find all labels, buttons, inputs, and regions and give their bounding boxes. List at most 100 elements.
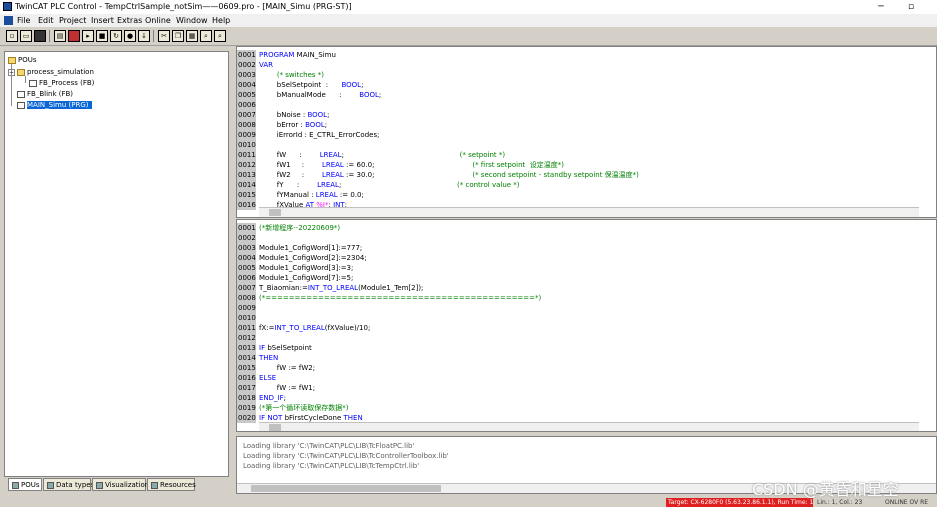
code-text: fX:=INT_TO_LREAL(fXValue)/10;: [259, 324, 371, 332]
menu-file[interactable]: File: [17, 16, 30, 25]
paste-icon[interactable]: ▦: [186, 30, 198, 42]
code-line[interactable]: 0005 bManualMode : BOOL;: [237, 90, 927, 100]
code-text: (* switches *): [276, 71, 325, 79]
new-icon[interactable]: ▫: [6, 30, 18, 42]
code-line[interactable]: 0001 (*新增程序--20220609*): [237, 223, 927, 233]
code-line[interactable]: 0003 (* switches *): [237, 70, 927, 80]
code-line[interactable]: 0014 THEN: [237, 353, 927, 363]
line-number: 0012: [237, 160, 257, 170]
tree-item-process-simulation[interactable]: − process_simulation: [8, 67, 94, 77]
code-line[interactable]: 0005 Module1_CofigWord[3]:=3;: [237, 263, 927, 273]
code-line[interactable]: 0002: [237, 233, 927, 243]
logout-icon[interactable]: [68, 30, 80, 42]
single-cycle-icon[interactable]: ↻: [110, 30, 122, 42]
menu-extras[interactable]: Extras: [117, 16, 142, 25]
find-icon[interactable]: ⌕: [200, 30, 212, 42]
line-number: 0012: [237, 333, 257, 343]
code-line[interactable]: 0011 fW : LREAL; (* setpoint *): [237, 150, 927, 160]
code-line[interactable]: 0006: [237, 100, 927, 110]
code-line[interactable]: 0008 bError : BOOL;: [237, 120, 927, 130]
run-icon[interactable]: ▸: [82, 30, 94, 42]
tab-pous[interactable]: POUs: [8, 478, 42, 491]
line-number: 0005: [237, 263, 257, 273]
code-line[interactable]: 0013 fW2 : LREAL := 30.0; (* second setp…: [237, 170, 927, 180]
tree-root-pous[interactable]: POUs: [8, 55, 37, 65]
line-number: 0008: [237, 120, 257, 130]
menu-online[interactable]: Online: [145, 16, 171, 25]
code-line[interactable]: 0001 PROGRAM MAIN_Simu: [237, 50, 927, 60]
line-number: 0016: [237, 200, 257, 210]
visualizations-tab-icon: [96, 481, 103, 489]
code-line[interactable]: 0009 iErrorId : E_CTRL_ErrorCodes;: [237, 130, 927, 140]
code-line[interactable]: 0019 (*第一个循环读取保存数据*): [237, 403, 927, 413]
code-line[interactable]: 0012 fW1 : LREAL := 60.0; (* first setpo…: [237, 160, 927, 170]
line-number: 0007: [237, 110, 257, 120]
line-number: 0011: [237, 323, 257, 333]
code-text: fW : LREAL; (* setpoint *): [259, 151, 506, 159]
code-line[interactable]: 0018 END_IF;: [237, 393, 927, 403]
breakpoint-icon[interactable]: ●: [124, 30, 136, 42]
login-icon[interactable]: ▤: [54, 30, 66, 42]
menu-insert[interactable]: Insert: [91, 16, 114, 25]
menu-project[interactable]: Project: [59, 16, 86, 25]
step-icon[interactable]: ↓: [138, 30, 150, 42]
window-title: TwinCAT PLC Control - TempCtrlSample_not…: [15, 2, 352, 11]
line-number: 0006: [237, 100, 257, 110]
tab-visualizations[interactable]: Visualizations: [92, 478, 153, 491]
open-icon[interactable]: ▭: [20, 30, 32, 42]
folder-icon: [17, 68, 25, 76]
scroll-thumb[interactable]: [251, 485, 441, 492]
pou-icon: [29, 79, 37, 87]
tab-data-types[interactable]: Data types: [43, 478, 94, 491]
cut-icon[interactable]: ✂: [158, 30, 170, 42]
minimize-button[interactable]: ─: [870, 1, 892, 13]
code-line[interactable]: 0008 (*==================================…: [237, 293, 927, 303]
copy-icon[interactable]: ❐: [172, 30, 184, 42]
code-line[interactable]: 0007 bNoise : BOOL;: [237, 110, 927, 120]
save-icon[interactable]: [34, 30, 46, 42]
editor-hscrollbar[interactable]: [259, 207, 919, 217]
code-line[interactable]: 0003 Module1_CofigWord[1]:=777;: [237, 243, 927, 253]
code-text: END_IF;: [259, 394, 286, 402]
pous-tab-icon: [12, 481, 19, 489]
code-line[interactable]: 0013 IF bSelSetpoint: [237, 343, 927, 353]
restore-button[interactable]: ▫: [900, 1, 922, 13]
scroll-thumb[interactable]: [269, 209, 281, 216]
message-line: Loading library 'C:\TwinCAT\PLC\LIB\TcCo…: [243, 452, 449, 460]
code-line[interactable]: 0011 fX:=INT_TO_LREAL(fXValue)/10;: [237, 323, 927, 333]
code-line[interactable]: 0017 fW := fW1;: [237, 383, 927, 393]
scroll-thumb[interactable]: [269, 424, 281, 431]
menu-window[interactable]: Window: [176, 16, 208, 25]
find-next-icon[interactable]: ⌕: [214, 30, 226, 42]
tree-item-fb-process[interactable]: FB_Process (FB): [29, 78, 94, 88]
code-line[interactable]: 0004 Module1_CofigWord[2]:=2304;: [237, 253, 927, 263]
code-text: bManualMode : BOOL;: [259, 91, 382, 99]
declaration-editor[interactable]: 0001 PROGRAM MAIN_Simu 0002 VAR 0003 (* swit…: [236, 46, 937, 218]
code-line[interactable]: 0010: [237, 140, 927, 150]
code-editor[interactable]: 0001 (*新增程序--20220609*) 0002 0003 Module1_Co…: [236, 219, 937, 432]
menu-edit[interactable]: Edit: [38, 16, 54, 25]
code-line[interactable]: 0016 ELSE: [237, 373, 927, 383]
message-line: Loading library 'C:\TwinCAT\PLC\LIB\TcTe…: [243, 462, 420, 470]
code-line[interactable]: 0009: [237, 303, 927, 313]
code-line[interactable]: 0010: [237, 313, 927, 323]
editor-hscrollbar[interactable]: [259, 422, 919, 431]
code-line[interactable]: 0015 fYManual : LREAL := 0.0;: [237, 190, 927, 200]
code-line[interactable]: 0015 fW := fW2;: [237, 363, 927, 373]
code-line[interactable]: 0014 fY : LREAL; (* control value *): [237, 180, 927, 190]
code-line[interactable]: 0004 bSelSetpoint : BOOL;: [237, 80, 927, 90]
collapse-icon[interactable]: −: [8, 68, 15, 76]
code-line[interactable]: 0012: [237, 333, 927, 343]
tab-resources[interactable]: Resources: [147, 478, 196, 491]
tree-item-main-simu[interactable]: MAIN_Simu (PRG): [17, 100, 93, 110]
menu-help[interactable]: Help: [212, 16, 230, 25]
line-number: 0011: [237, 150, 257, 160]
code-line[interactable]: 0007 T_Biaomian:=INT_TO_LREAL(Module1_Tem…: [237, 283, 927, 293]
data-types-tab-icon: [47, 481, 54, 489]
code-line[interactable]: 0006 Module1_CofigWord[7]:=5;: [237, 273, 927, 283]
stop-icon[interactable]: ■: [96, 30, 108, 42]
tree-item-fb-blink[interactable]: FB_Blink (FB): [17, 89, 73, 99]
line-number: 0013: [237, 343, 257, 353]
code-text: IF bSelSetpoint: [259, 344, 312, 352]
code-line[interactable]: 0002 VAR: [237, 60, 927, 70]
